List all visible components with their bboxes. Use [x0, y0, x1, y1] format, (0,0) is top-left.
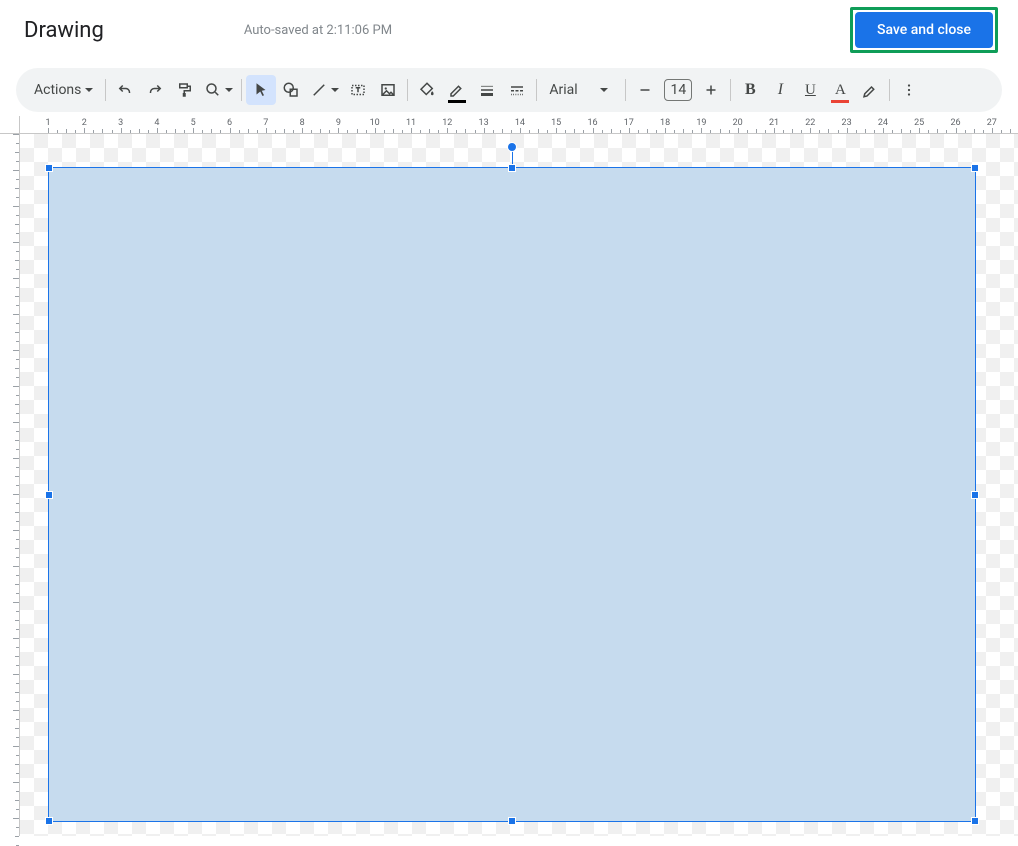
zoom-button[interactable] [200, 75, 237, 105]
autosave-status: Auto-saved at 2:11:06 PM [244, 23, 392, 38]
font-size-increase-button[interactable] [696, 75, 726, 105]
resize-handle-mr[interactable] [971, 491, 979, 499]
save-highlight: Save and close [850, 7, 998, 53]
more-button[interactable] [894, 75, 924, 105]
underline-button[interactable]: U [795, 75, 825, 105]
textbox-icon [349, 81, 367, 99]
zoom-icon [204, 81, 222, 99]
rotate-handle[interactable] [507, 142, 517, 152]
header: Drawing Auto-saved at 2:11:06 PM Save an… [0, 0, 1018, 60]
shape-tool-button[interactable] [276, 75, 306, 105]
line-icon [310, 81, 328, 99]
ruler-horizontal[interactable]: 1234567891011121314151617181920212223242… [20, 116, 1018, 134]
border-weight-button[interactable] [472, 75, 502, 105]
ruler-vertical[interactable] [0, 134, 20, 836]
resize-handle-ml[interactable] [45, 491, 53, 499]
caret-down-icon [85, 88, 93, 92]
weight-icon [478, 81, 496, 99]
font-size-input[interactable] [664, 79, 692, 101]
select-tool-button[interactable] [246, 75, 276, 105]
font-select[interactable]: Arial [541, 82, 621, 98]
shape-icon [282, 81, 300, 99]
text-color-button[interactable]: A [825, 75, 855, 105]
undo-icon [116, 81, 134, 99]
resize-handle-bl[interactable] [45, 817, 53, 825]
paint-roller-icon [176, 81, 194, 99]
plus-icon [702, 81, 720, 99]
ruler-corner [0, 116, 20, 134]
caret-down-icon [225, 88, 233, 92]
resize-handle-tr[interactable] [971, 164, 979, 172]
resize-handle-tm[interactable] [508, 164, 516, 172]
fill-color-button[interactable] [412, 75, 442, 105]
fill-icon [418, 81, 436, 99]
border-color-button[interactable] [442, 75, 472, 105]
textbox-button[interactable] [343, 75, 373, 105]
image-icon [379, 81, 397, 99]
caret-down-icon [600, 88, 608, 92]
highlighter-icon [861, 81, 879, 99]
resize-handle-bm[interactable] [508, 817, 516, 825]
undo-button[interactable] [110, 75, 140, 105]
pencil-icon [448, 81, 466, 99]
save-and-close-button[interactable]: Save and close [855, 12, 993, 48]
minus-icon [636, 81, 654, 99]
redo-button[interactable] [140, 75, 170, 105]
bold-button[interactable]: B [735, 75, 765, 105]
workspace: 1234567891011121314151617181920212223242… [0, 116, 1018, 836]
highlight-button[interactable] [855, 75, 885, 105]
toolbar: Actions Arial B I U A [16, 68, 1002, 112]
actions-label: Actions [34, 82, 81, 98]
cursor-icon [252, 81, 270, 99]
caret-down-icon [331, 88, 339, 92]
border-dash-button[interactable] [502, 75, 532, 105]
line-tool-button[interactable] [306, 75, 343, 105]
canvas[interactable] [20, 134, 1018, 836]
paint-format-button[interactable] [170, 75, 200, 105]
more-vert-icon [900, 81, 918, 99]
dash-icon [508, 81, 526, 99]
redo-icon [146, 81, 164, 99]
image-button[interactable] [373, 75, 403, 105]
app-title: Drawing [24, 18, 104, 43]
actions-menu[interactable]: Actions [26, 82, 101, 98]
selected-shape[interactable] [48, 167, 976, 822]
font-name-label: Arial [549, 82, 577, 98]
italic-button[interactable]: I [765, 75, 795, 105]
font-size-decrease-button[interactable] [630, 75, 660, 105]
resize-handle-tl[interactable] [45, 164, 53, 172]
resize-handle-br[interactable] [971, 817, 979, 825]
